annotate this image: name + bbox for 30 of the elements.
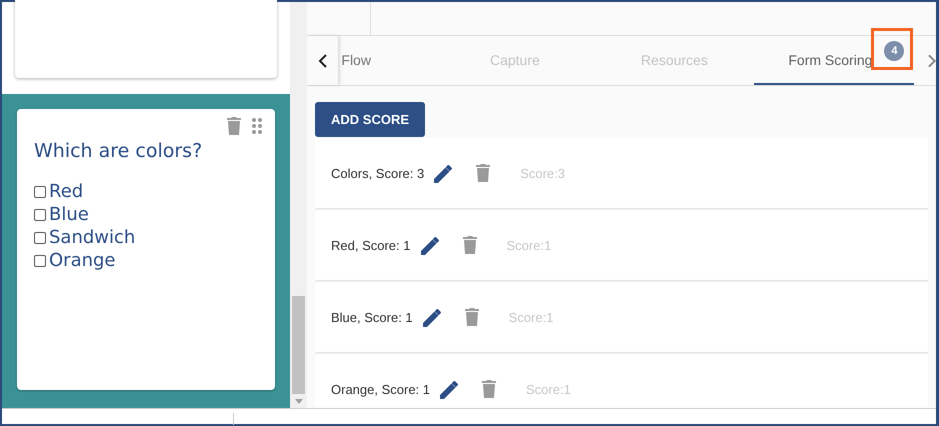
checkbox[interactable] [34, 186, 46, 198]
score-label: Red, Score: 1 [331, 238, 410, 252]
delete-icon[interactable] [476, 164, 490, 182]
option-label: Orange [49, 250, 116, 271]
add-score-button[interactable]: ADD SCORE [315, 102, 426, 137]
scrollbar-thumb[interactable] [292, 296, 305, 394]
option-label: Red [49, 181, 84, 202]
checkbox[interactable] [34, 254, 46, 266]
question-title: Which are colors? [34, 140, 204, 162]
delete-icon[interactable] [462, 236, 476, 254]
score-label: Colors, Score: 3 [331, 166, 424, 180]
edit-icon[interactable] [420, 235, 440, 255]
scroll-left-button[interactable] [307, 36, 338, 85]
edit-icon[interactable] [434, 163, 454, 183]
checkbox[interactable] [34, 208, 46, 220]
tab[interactable]: Form Scoring 4 [754, 36, 914, 85]
checkbox[interactable] [34, 232, 46, 244]
tab[interactable]: Flow [338, 36, 436, 85]
delete-icon[interactable] [482, 380, 496, 398]
delete-icon[interactable] [227, 117, 241, 137]
option-label: Sandwich [49, 227, 136, 248]
option-label: Blue [49, 204, 89, 225]
count-badge: 4 [884, 41, 904, 61]
edit-icon[interactable] [422, 307, 443, 327]
score-label: Blue, Score: 1 [331, 310, 413, 324]
drag-handle-icon[interactable] [251, 117, 263, 137]
score-label: Orange, Score: 1 [331, 382, 430, 396]
edit-icon[interactable] [440, 379, 460, 399]
delete-icon[interactable] [464, 308, 479, 326]
chevron-left-icon [318, 52, 328, 68]
